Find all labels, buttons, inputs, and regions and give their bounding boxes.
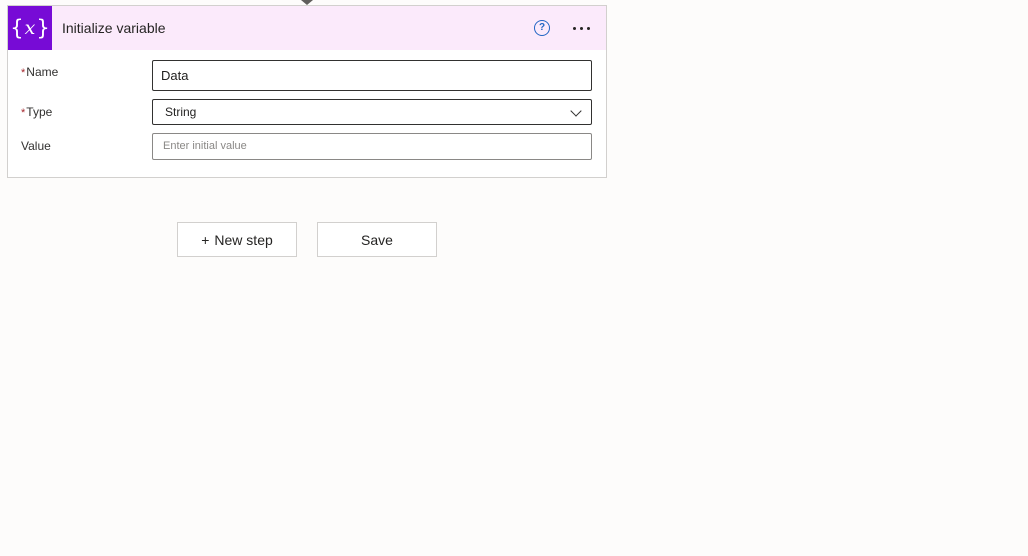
value-input[interactable]: Enter initial value	[152, 133, 592, 160]
new-step-label: New step	[214, 231, 273, 248]
name-input[interactable]: Data	[152, 60, 592, 91]
type-label: *Type	[21, 105, 53, 119]
card-title: Initialize variable	[62, 20, 166, 36]
flow-canvas: {x} Initialize variable ? *Name Data *Ty…	[0, 0, 1028, 556]
more-options-icon[interactable]	[573, 27, 590, 30]
name-label: *Name	[21, 65, 59, 79]
type-select[interactable]: String	[152, 99, 592, 125]
required-marker: *	[21, 107, 26, 119]
new-step-button[interactable]: + New step	[177, 222, 297, 257]
card-header[interactable]: {x} Initialize variable ?	[8, 6, 606, 50]
plus-icon: +	[201, 231, 210, 248]
variable-icon: {x}	[8, 6, 52, 50]
chevron-down-icon	[570, 105, 582, 117]
required-marker: *	[21, 67, 26, 79]
help-icon[interactable]: ?	[534, 20, 550, 36]
value-label: Value	[21, 139, 51, 153]
type-select-value: String	[165, 105, 197, 119]
initialize-variable-card: {x} Initialize variable ? *Name Data *Ty…	[7, 5, 607, 178]
save-button[interactable]: Save	[317, 222, 437, 257]
